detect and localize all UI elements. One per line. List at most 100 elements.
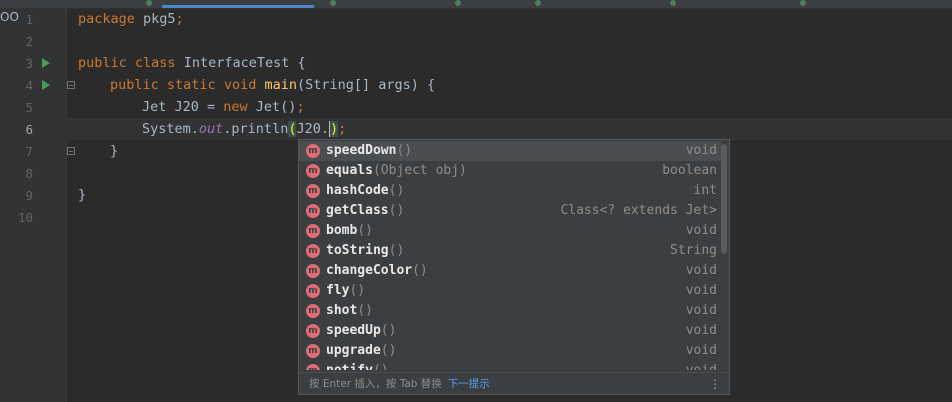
completion-item[interactable]: m speedUp() void [299, 321, 721, 341]
completion-signature: notify() [326, 361, 389, 370]
keyword: new [223, 99, 248, 115]
completion-hint: 按 Enter 插入，按 Tab 替换 下一提示 [309, 373, 490, 394]
tab-file-icon [455, 0, 461, 6]
next-tip-link[interactable]: 下一提示 [448, 378, 490, 390]
completion-item[interactable]: m hashCode() int [299, 181, 721, 201]
line-number: 10 [17, 210, 33, 225]
completion-footer: 按 Enter 插入，按 Tab 替换 下一提示 ⋮ [299, 372, 729, 394]
tab-file-icon [800, 0, 806, 6]
method-icon: m [306, 184, 320, 198]
completion-return-type: void [685, 323, 717, 338]
run-class-icon[interactable] [42, 58, 50, 68]
completion-params: () [349, 283, 366, 298]
fold-marker-icon[interactable] [67, 147, 75, 155]
completion-item[interactable]: m speedDown() void [299, 141, 721, 161]
code-text: { [289, 55, 306, 71]
closing-brace: } [110, 143, 119, 159]
code-line-5: Jet J20 = new Jet(); [142, 96, 305, 118]
completion-signature: speedDown() [326, 141, 412, 161]
fold-marker-icon[interactable] [67, 81, 75, 89]
code-line-7: } [110, 140, 118, 162]
completion-params: () [357, 223, 373, 238]
completion-hint-text: 按 Enter 插入，按 Tab 替换 [309, 378, 442, 390]
completion-method-name: fly [326, 283, 350, 298]
line-number: 1 [25, 12, 33, 27]
completion-params: () [412, 263, 428, 278]
completion-return-type: void [685, 143, 717, 158]
completion-method-name: changeColor [326, 263, 413, 278]
tab-file-icon [146, 0, 152, 6]
semicolon: ; [338, 121, 347, 137]
completion-method-name: hashCode [326, 183, 389, 198]
completion-params: () [380, 323, 397, 338]
completion-list[interactable]: m speedDown() void m equals(Object obj) boole… [299, 140, 721, 370]
completion-return-type: void [685, 223, 717, 238]
completion-item[interactable]: m upgrade() void [299, 341, 721, 361]
code-text: Jet() [247, 99, 297, 115]
method-icon: m [306, 364, 320, 370]
line-number: 7 [25, 144, 33, 159]
code-text: System. [142, 121, 199, 137]
completion-item[interactable]: m shot() void [299, 301, 721, 321]
completion-item[interactable]: m toString() String [299, 241, 721, 261]
completion-method-name: speedUp [326, 323, 381, 338]
completion-scrollbar[interactable] [721, 144, 727, 254]
completion-return-type: void [685, 343, 717, 358]
code-text: J20. [296, 121, 329, 137]
method-icon: m [306, 284, 320, 298]
method-icon: m [306, 324, 320, 338]
completion-params: () [388, 183, 405, 198]
completion-params: () [388, 243, 405, 258]
method-icon: m [306, 244, 320, 258]
completion-return-type: Class<? extends Jet> [560, 203, 717, 218]
completion-return-type: void [686, 361, 717, 370]
completion-signature: hashCode() [326, 181, 404, 201]
completion-return-type: boolean [662, 163, 717, 178]
matched-paren: ) [329, 121, 339, 137]
completion-params: () [388, 203, 405, 218]
completion-signature: fly() [326, 281, 365, 301]
completion-item[interactable]: m bomb() void [299, 221, 721, 241]
keyword: class [134, 55, 176, 71]
completion-method-name: toString [326, 243, 389, 258]
method-icon: m [306, 164, 320, 178]
code-line-1: package pkg5; [78, 8, 184, 30]
completion-signature: bomb() [326, 221, 373, 241]
completion-item[interactable]: m notify() void [299, 361, 721, 370]
code-text: (String[] args) { [297, 77, 436, 93]
completion-params: () [396, 143, 413, 158]
active-tab-indicator [162, 5, 314, 8]
line-number: 2 [25, 34, 33, 49]
line-number-current: 6 [25, 122, 33, 137]
semicolon: ; [175, 11, 184, 27]
completion-item[interactable]: m equals(Object obj) boolean [299, 161, 721, 181]
closing-brace: } [78, 187, 87, 203]
class-name: InterfaceTest [183, 55, 290, 71]
completion-return-type: int [693, 183, 717, 198]
run-main-icon[interactable] [42, 80, 50, 90]
completion-params: () [373, 363, 389, 370]
method-icon: m [306, 144, 320, 158]
completion-signature: shot() [326, 301, 373, 321]
completion-params: () [357, 303, 373, 318]
completion-method-name: equals [326, 163, 373, 178]
completion-popup[interactable]: m speedDown() void m equals(Object obj) boole… [298, 139, 730, 395]
code-text: .println [223, 121, 289, 137]
method-icon: m [306, 204, 320, 218]
completion-method-name: shot [326, 303, 358, 318]
completion-item[interactable]: m changeColor() void [299, 261, 721, 281]
code-line-6: System.out.println(J20.); [142, 118, 346, 140]
more-options-icon[interactable]: ⋮ [709, 373, 721, 394]
completion-item[interactable]: m fly() void [299, 281, 721, 301]
completion-item[interactable]: m getClass() Class<? extends Jet> [299, 201, 721, 221]
semicolon: ; [296, 99, 305, 115]
completion-return-type: void [685, 283, 717, 298]
completion-params: () [380, 343, 397, 358]
completion-method-name: speedDown [326, 143, 397, 158]
keyword: public [110, 77, 159, 93]
completion-signature: upgrade() [326, 341, 396, 361]
completion-signature: getClass() [326, 201, 404, 221]
package-name: pkg5 [134, 11, 176, 27]
line-number: 9 [25, 188, 33, 203]
line-number: 4 [25, 78, 33, 93]
